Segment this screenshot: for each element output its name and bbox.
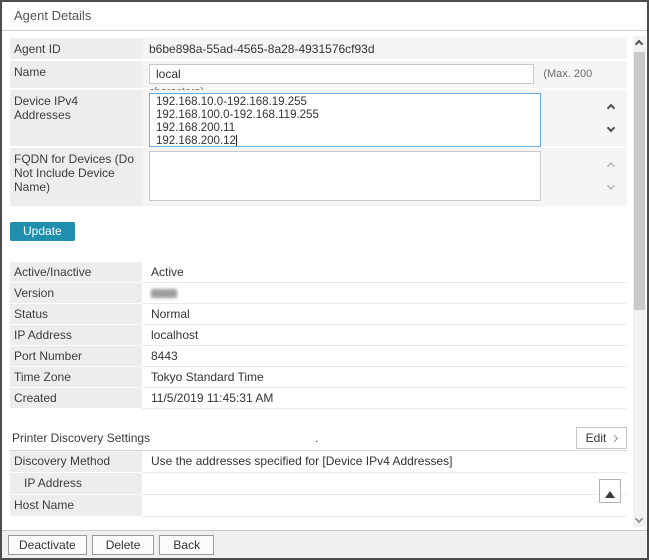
chevron-down-icon (635, 515, 643, 523)
table-row: Time Zone Tokyo Standard Time (10, 367, 627, 388)
scrollbar-down-arrow[interactable] (633, 514, 646, 527)
name-input[interactable] (149, 64, 534, 84)
table-row: Created 11/5/2019 11:45:31 AM (10, 388, 627, 409)
back-button[interactable]: Back (159, 535, 214, 555)
table-row: Host Name (10, 495, 627, 517)
name-row: Name (Max. 200 characters) (10, 61, 627, 88)
table-row: Discovery Method Use the addresses speci… (10, 451, 627, 473)
agent-id-value: b6be898a-55ad-4565-8a28-4931576cf93d (142, 38, 627, 59)
info-label: Active/Inactive (10, 262, 142, 283)
info-value: localhost (142, 325, 627, 346)
ipv4-addresses-label: Device IPv4 Addresses (10, 90, 142, 146)
update-button[interactable]: Update (10, 222, 75, 241)
agent-details-window: Agent Details Agent ID b6be898a-55ad-456… (0, 0, 649, 560)
agent-info-table: Active/Inactive Active Version Status No… (10, 262, 627, 409)
deactivate-button[interactable]: Deactivate (8, 535, 87, 555)
info-value: Tokyo Standard Time (142, 367, 627, 388)
vertical-scrollbar[interactable] (633, 36, 646, 527)
stray-dot: . (315, 431, 318, 445)
printer-discovery-title: Printer Discovery Settings (12, 431, 150, 445)
page-title: Agent Details (2, 2, 647, 31)
info-label: Time Zone (10, 367, 142, 388)
info-label: IP Address (10, 325, 142, 346)
info-value: Use the addresses specified for [Device … (142, 451, 627, 473)
info-label: Host Name (10, 495, 142, 517)
scroll-to-top-button[interactable] (599, 479, 621, 503)
info-value: Active (142, 262, 627, 283)
scrollbar-thumb[interactable] (634, 52, 645, 310)
info-value: 11/5/2019 11:45:31 AM (142, 388, 627, 409)
info-value (142, 283, 627, 304)
main-content: Agent ID b6be898a-55ad-4565-8a28-4931576… (2, 32, 627, 528)
redacted-version-value (151, 289, 177, 298)
chevron-down-icon[interactable] (607, 124, 615, 132)
edit-button[interactable]: Edit (576, 427, 627, 449)
chevron-down-icon[interactable] (607, 182, 615, 190)
info-label: Port Number (10, 346, 142, 367)
footer-bar: Deactivate Delete Back (2, 530, 647, 558)
discovery-table: Discovery Method Use the addresses speci… (10, 451, 627, 517)
chevron-up-icon[interactable] (607, 162, 615, 170)
info-value (142, 473, 627, 495)
agent-id-row: Agent ID b6be898a-55ad-4565-8a28-4931576… (10, 38, 627, 59)
ipv4-addresses-row: Device IPv4 Addresses 192.168.10.0-192.1… (10, 90, 627, 146)
info-value: 8443 (142, 346, 627, 367)
info-label: Status (10, 304, 142, 325)
table-row: Active/Inactive Active (10, 262, 627, 283)
agent-id-label: Agent ID (10, 38, 142, 59)
info-label: Created (10, 388, 142, 409)
table-row: IP Address localhost (10, 325, 627, 346)
chevron-up-icon[interactable] (607, 104, 615, 112)
scrollbar-up-arrow[interactable] (633, 36, 646, 49)
table-row: Status Normal (10, 304, 627, 325)
fqdn-label: FQDN for Devices (Do Not Include Device … (10, 148, 142, 206)
delete-button[interactable]: Delete (92, 535, 155, 555)
ipv4-addresses-textarea[interactable]: 192.168.10.0-192.168.19.255 192.168.100.… (149, 93, 541, 147)
table-row: IP Address (10, 473, 627, 495)
info-value (142, 495, 627, 517)
printer-discovery-header: Printer Discovery Settings . Edit (10, 427, 627, 451)
edit-button-label: Edit (586, 431, 607, 445)
info-value: Normal (142, 304, 627, 325)
fqdn-textarea[interactable] (149, 151, 541, 201)
info-label: Discovery Method (10, 451, 142, 473)
table-row: Version (10, 283, 627, 304)
scroll-to-top-icon (600, 491, 620, 498)
chevron-right-icon (611, 434, 618, 441)
info-label: Version (10, 283, 142, 304)
fqdn-row: FQDN for Devices (Do Not Include Device … (10, 148, 627, 206)
info-label: IP Address (10, 473, 142, 495)
chevron-up-icon (635, 40, 643, 48)
name-label: Name (10, 61, 142, 88)
table-row: Port Number 8443 (10, 346, 627, 367)
